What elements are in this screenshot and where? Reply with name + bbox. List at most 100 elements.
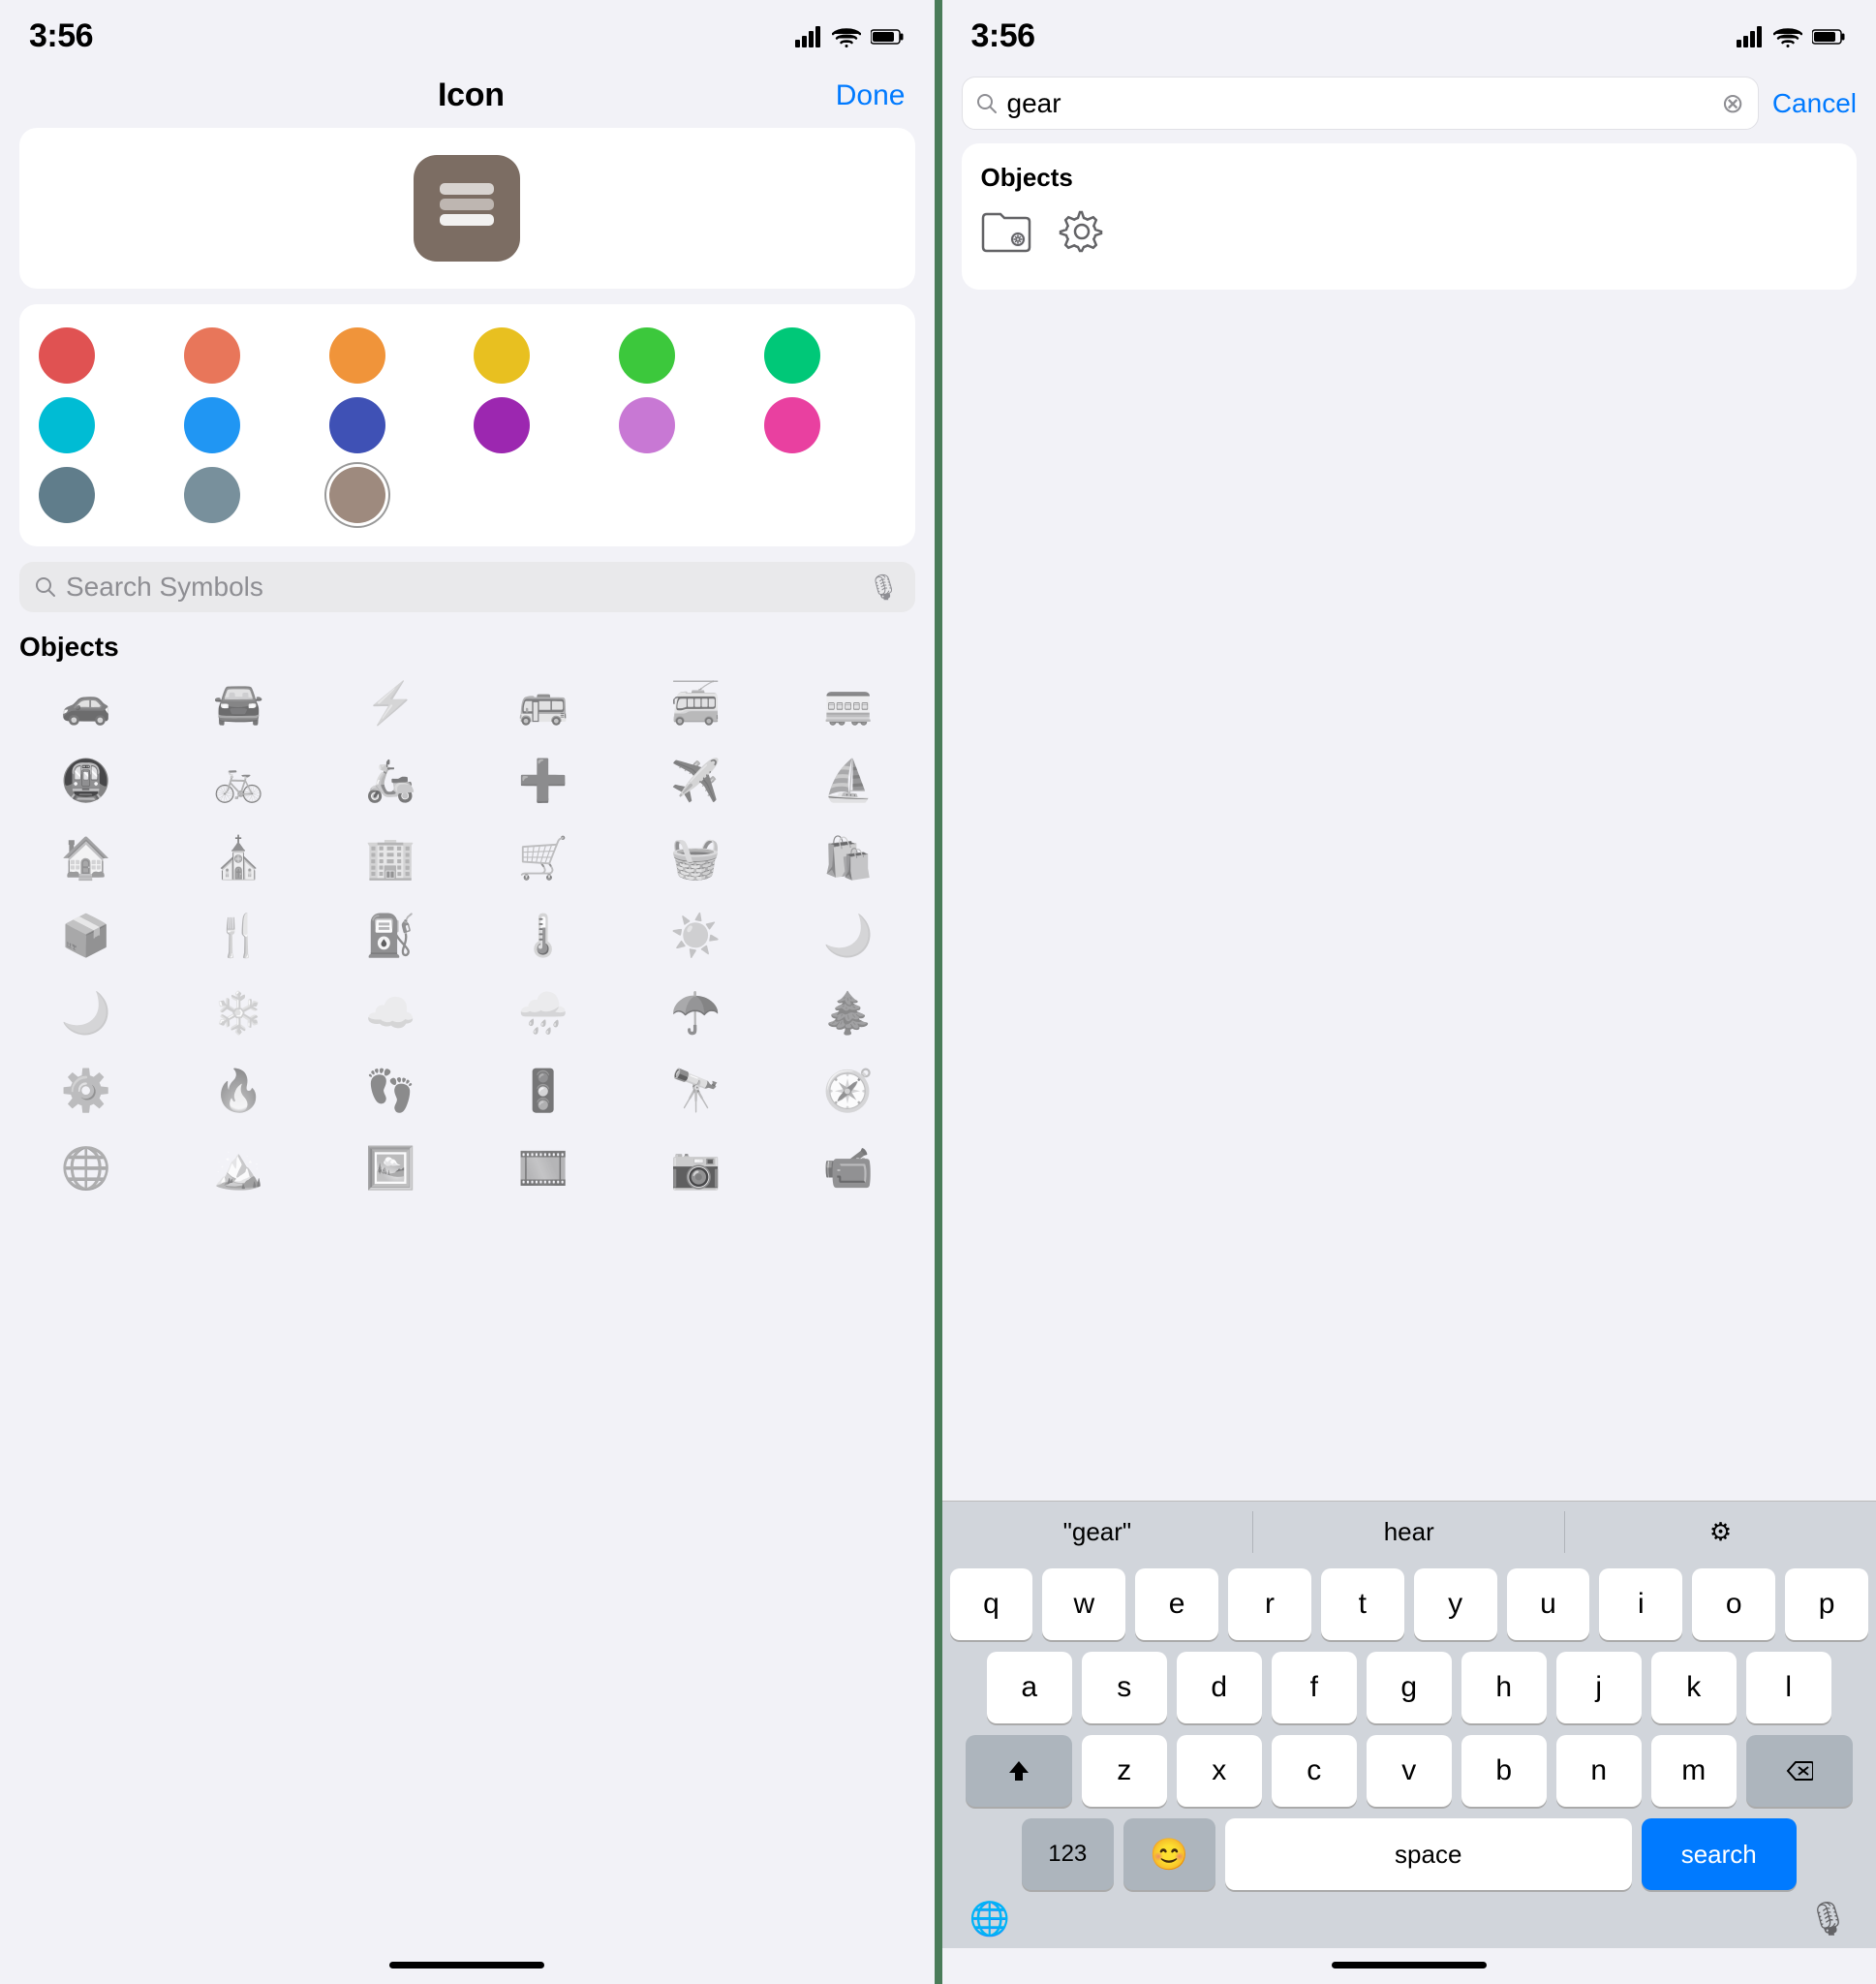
grid-icon-15[interactable]: 🛒 <box>477 829 609 887</box>
grid-icon-12[interactable]: 🏠 <box>19 829 152 887</box>
key-search[interactable]: search <box>1642 1818 1797 1890</box>
color-dot[interactable] <box>619 327 675 384</box>
color-dot[interactable] <box>474 327 530 384</box>
key-o[interactable]: o <box>1692 1568 1775 1640</box>
left-done-button[interactable]: Done <box>836 79 906 112</box>
grid-icon-26[interactable]: ☁️ <box>324 984 457 1042</box>
grid-icon-18[interactable]: 📦 <box>19 907 152 965</box>
color-dot[interactable] <box>39 467 95 523</box>
grid-icon-20[interactable]: ⛽ <box>324 907 457 965</box>
color-dot[interactable] <box>474 397 530 453</box>
grid-icon-34[interactable]: 🔭 <box>630 1062 762 1120</box>
search-input-wrap[interactable]: ⊗ <box>962 77 1759 130</box>
grid-icon-0[interactable]: 🚗 <box>19 674 152 732</box>
grid-icon-13[interactable]: ⛪ <box>171 829 304 887</box>
suggestion-gear-quoted[interactable]: "gear" <box>942 1511 1254 1553</box>
key-e[interactable]: e <box>1135 1568 1218 1640</box>
grid-icon-23[interactable]: 🌙 <box>782 907 914 965</box>
grid-icon-27[interactable]: 🌧️ <box>477 984 609 1042</box>
grid-icon-22[interactable]: ☀️ <box>630 907 762 965</box>
gear-search-input[interactable] <box>1007 88 1712 119</box>
gear-icon[interactable] <box>1059 208 1105 266</box>
key-b[interactable]: b <box>1461 1735 1547 1807</box>
grid-icon-37[interactable]: 🏔️ <box>171 1139 304 1197</box>
color-dot[interactable] <box>39 327 95 384</box>
folder-gear-icon[interactable] <box>981 210 1031 264</box>
key-u[interactable]: u <box>1507 1568 1590 1640</box>
grid-icon-25[interactable]: ❄️ <box>171 984 304 1042</box>
suggestion-hear[interactable]: hear <box>1253 1511 1565 1553</box>
grid-icon-4[interactable]: 🚎 <box>630 674 762 732</box>
color-dot[interactable] <box>329 327 385 384</box>
key-n[interactable]: n <box>1556 1735 1642 1807</box>
grid-icon-33[interactable]: 🚦 <box>477 1062 609 1120</box>
key-t[interactable]: t <box>1321 1568 1404 1640</box>
color-dot[interactable] <box>619 397 675 453</box>
grid-icon-9[interactable]: ➕ <box>477 752 609 810</box>
grid-icon-1[interactable]: 🚘 <box>171 674 304 732</box>
key-space[interactable]: space <box>1225 1818 1632 1890</box>
key-x[interactable]: x <box>1177 1735 1262 1807</box>
color-dot[interactable] <box>764 397 820 453</box>
grid-icon-31[interactable]: 🔥 <box>171 1062 304 1120</box>
grid-icon-17[interactable]: 🛍️ <box>782 829 914 887</box>
key-q[interactable]: q <box>950 1568 1033 1640</box>
key-r[interactable]: r <box>1228 1568 1311 1640</box>
grid-icon-41[interactable]: 📹 <box>782 1139 914 1197</box>
key-123[interactable]: 123 <box>1022 1818 1114 1890</box>
grid-icon-10[interactable]: ✈️ <box>630 752 762 810</box>
grid-icon-8[interactable]: 🛵 <box>324 752 457 810</box>
key-p[interactable]: p <box>1785 1568 1868 1640</box>
color-dot[interactable] <box>329 467 385 523</box>
grid-icon-21[interactable]: 🌡️ <box>477 907 609 965</box>
key-z[interactable]: z <box>1082 1735 1167 1807</box>
key-m[interactable]: m <box>1651 1735 1737 1807</box>
color-dot[interactable] <box>329 397 385 453</box>
color-dot[interactable] <box>184 397 240 453</box>
key-s[interactable]: s <box>1082 1652 1167 1723</box>
key-shift[interactable] <box>966 1735 1072 1807</box>
grid-icon-6[interactable]: 🚇 <box>19 752 152 810</box>
key-j[interactable]: j <box>1556 1652 1642 1723</box>
key-d[interactable]: d <box>1177 1652 1262 1723</box>
grid-icon-30[interactable]: ⚙️ <box>19 1062 152 1120</box>
key-delete[interactable] <box>1746 1735 1853 1807</box>
key-y[interactable]: y <box>1414 1568 1497 1640</box>
grid-icon-35[interactable]: 🧭 <box>782 1062 914 1120</box>
keyboard-mic-icon[interactable]: 🎙 <box>1807 1900 1849 1938</box>
grid-icon-39[interactable]: 🎞️ <box>477 1139 609 1197</box>
key-a[interactable]: a <box>987 1652 1072 1723</box>
grid-icon-19[interactable]: 🍴 <box>171 907 304 965</box>
grid-icon-24[interactable]: 🌙 <box>19 984 152 1042</box>
grid-icon-38[interactable]: 🖼️ <box>324 1139 457 1197</box>
key-i[interactable]: i <box>1599 1568 1682 1640</box>
color-dot[interactable] <box>764 327 820 384</box>
search-bar[interactable]: 🎙 <box>19 562 915 612</box>
key-w[interactable]: w <box>1042 1568 1125 1640</box>
key-l[interactable]: l <box>1746 1652 1831 1723</box>
search-symbols-input[interactable] <box>66 572 857 603</box>
grid-icon-29[interactable]: 🌲 <box>782 984 914 1042</box>
grid-icon-28[interactable]: ☂️ <box>630 984 762 1042</box>
grid-icon-3[interactable]: 🚌 <box>477 674 609 732</box>
color-dot[interactable] <box>184 467 240 523</box>
key-g[interactable]: g <box>1367 1652 1452 1723</box>
suggestion-gear-icon[interactable]: ⚙ <box>1565 1511 1876 1553</box>
grid-icon-16[interactable]: 🧺 <box>630 829 762 887</box>
key-k[interactable]: k <box>1651 1652 1737 1723</box>
key-c[interactable]: c <box>1272 1735 1357 1807</box>
key-f[interactable]: f <box>1272 1652 1357 1723</box>
globe-icon[interactable]: 🌐 <box>969 1900 1010 1938</box>
color-dot[interactable] <box>184 327 240 384</box>
key-v[interactable]: v <box>1367 1735 1452 1807</box>
app-icon[interactable] <box>414 155 520 262</box>
grid-icon-32[interactable]: 👣 <box>324 1062 457 1120</box>
key-h[interactable]: h <box>1461 1652 1547 1723</box>
grid-icon-11[interactable]: ⛵ <box>782 752 914 810</box>
grid-icon-14[interactable]: 🏢 <box>324 829 457 887</box>
grid-icon-40[interactable]: 📷 <box>630 1139 762 1197</box>
grid-icon-2[interactable]: ⚡ <box>324 674 457 732</box>
grid-icon-7[interactable]: 🚲 <box>171 752 304 810</box>
grid-icon-36[interactable]: 🌐 <box>19 1139 152 1197</box>
clear-search-button[interactable]: ⊗ <box>1721 87 1743 119</box>
